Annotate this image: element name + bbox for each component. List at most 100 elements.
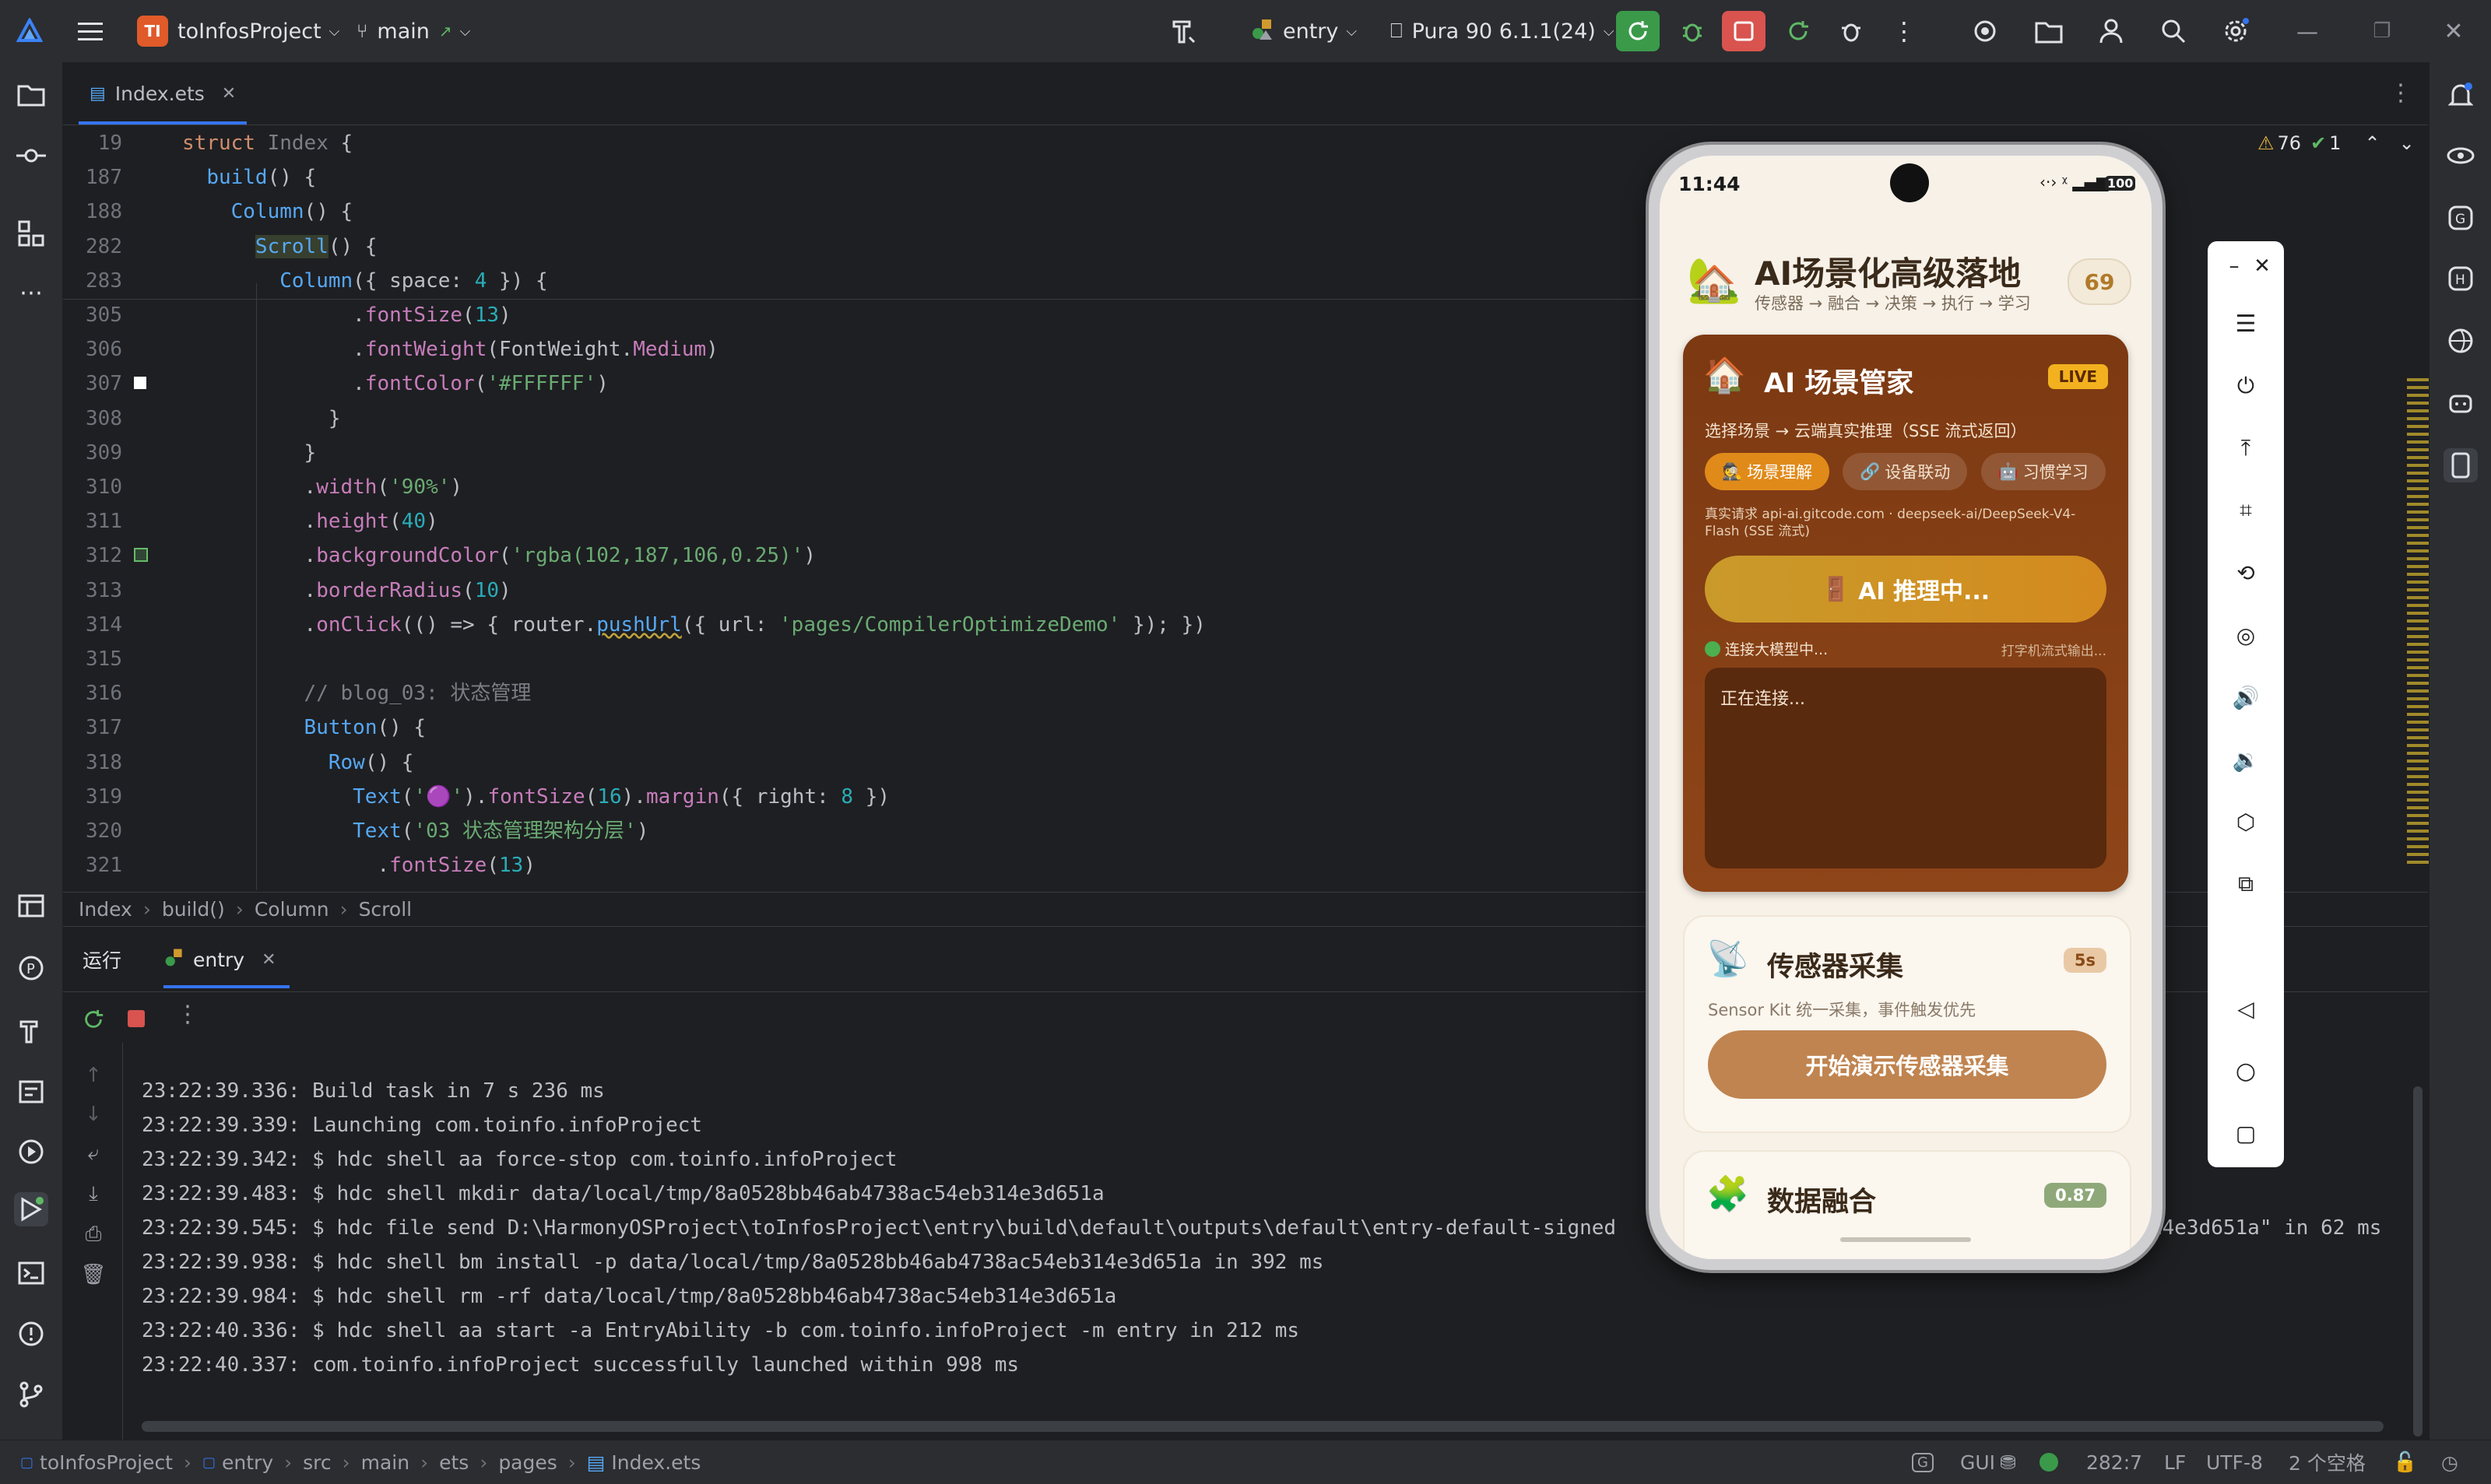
prev-highlight-icon[interactable]: ⌃ bbox=[2364, 132, 2380, 154]
settings-gear-icon[interactable] bbox=[2220, 16, 2251, 47]
code-line[interactable]: 313 .borderRadius(10) bbox=[63, 574, 1620, 608]
structure-icon[interactable] bbox=[14, 216, 48, 251]
branch-selector[interactable]: ⑂ main ↗ ⌵ bbox=[357, 0, 470, 62]
debug-icon[interactable] bbox=[1671, 11, 1714, 51]
restore-window-icon[interactable]: ❐ bbox=[2366, 16, 2398, 47]
project-folder-icon[interactable] bbox=[14, 78, 48, 112]
record-icon[interactable]: ◎ bbox=[2230, 619, 2261, 651]
code-line[interactable]: 187 build() { bbox=[63, 160, 1620, 195]
volume-up-icon[interactable]: 🔊 bbox=[2230, 682, 2261, 713]
path-item[interactable]: pages bbox=[498, 1451, 557, 1474]
main-menu-icon[interactable] bbox=[75, 16, 106, 47]
project-selector[interactable]: TI toInfosProject ⌵ bbox=[137, 0, 339, 62]
power-icon[interactable]: ⏻ bbox=[2230, 370, 2261, 402]
readonly-lock-icon[interactable]: 🔓 bbox=[2393, 1440, 2417, 1484]
file-encoding[interactable]: UTF-8 bbox=[2206, 1440, 2263, 1484]
emulator-close-icon[interactable]: ✕ bbox=[2247, 251, 2278, 282]
preview-eye-icon[interactable] bbox=[2444, 139, 2478, 173]
device-manager-icon[interactable] bbox=[2033, 16, 2064, 47]
code-line[interactable]: 282 Scroll() { bbox=[63, 230, 1620, 264]
home-nav-icon[interactable]: ○ bbox=[2230, 1055, 2261, 1086]
multi-device-icon[interactable]: ⧉ bbox=[2230, 868, 2261, 900]
back-nav-icon[interactable]: ◁ bbox=[2230, 993, 2261, 1024]
code-line[interactable]: 188 Column() { bbox=[63, 195, 1620, 229]
attach-debugger-icon[interactable] bbox=[1829, 11, 1873, 51]
rerun-button[interactable] bbox=[1616, 11, 1660, 51]
crop-icon[interactable]: ⌗ bbox=[2230, 495, 2261, 526]
harmony-icon[interactable]: H bbox=[2444, 261, 2478, 296]
path-item[interactable]: entry bbox=[222, 1451, 273, 1474]
path-item[interactable]: src bbox=[303, 1451, 332, 1474]
git-icon[interactable] bbox=[14, 1377, 48, 1412]
scroll-down-icon[interactable]: ↓ bbox=[78, 1099, 109, 1130]
codegenie-status-icon[interactable]: G bbox=[1912, 1440, 1934, 1484]
indent-setting[interactable]: 2 个空格 bbox=[2289, 1440, 2366, 1484]
code-line[interactable]: 312 .backgroundColor('rgba(102,187,106,0… bbox=[63, 539, 1620, 573]
ai-assistant-icon[interactable] bbox=[2444, 386, 2478, 420]
tab-options-icon[interactable]: ⋮ bbox=[2389, 79, 2412, 107]
terminal-icon[interactable] bbox=[14, 1256, 48, 1290]
services-icon[interactable] bbox=[14, 1135, 48, 1169]
close-tab-icon[interactable]: ✕ bbox=[222, 84, 236, 103]
print-icon[interactable]: ⎙ bbox=[78, 1219, 109, 1250]
run-more-icon[interactable]: ⋮ bbox=[176, 1001, 199, 1028]
stop-icon[interactable] bbox=[123, 1005, 149, 1032]
log-icon[interactable] bbox=[14, 1074, 48, 1108]
phone-screen[interactable]: 11:44 ‹·› ᵡ ▂▄▆ 100 🏡 AI场景化高级落地 传感器 → 融合… bbox=[1660, 156, 2152, 1259]
code-line[interactable]: 307 .fontColor('#FFFFFF') bbox=[63, 367, 1620, 401]
pin-top-icon[interactable]: ⤒ bbox=[2230, 433, 2261, 464]
close-window-icon[interactable]: ✕ bbox=[2438, 16, 2469, 47]
line-separator[interactable]: LF bbox=[2164, 1440, 2186, 1484]
commit-icon[interactable] bbox=[14, 139, 48, 173]
code-line[interactable]: 315 bbox=[63, 642, 1620, 676]
error-stripe[interactable] bbox=[2407, 374, 2429, 864]
breadcrumb-item[interactable]: Scroll bbox=[359, 898, 413, 921]
soft-wrap-icon[interactable]: ⤶ bbox=[78, 1138, 109, 1169]
clear-log-icon[interactable]: 🗑 bbox=[78, 1259, 109, 1290]
color-swatch-white[interactable] bbox=[134, 377, 146, 389]
code-line[interactable]: 316 // blog_03: 状态管理 bbox=[63, 676, 1620, 710]
device-selector[interactable]: ⎕ Pura 90 6.1.1(24) ⌵ bbox=[1390, 0, 1614, 62]
run-panel-icon[interactable] bbox=[14, 1192, 48, 1226]
code-line[interactable]: 308 } bbox=[63, 402, 1620, 436]
close-tab-icon[interactable]: ✕ bbox=[262, 950, 276, 970]
path-item[interactable]: Index.ets bbox=[611, 1451, 701, 1474]
notifications-icon[interactable] bbox=[2444, 78, 2478, 112]
code-line[interactable]: 320 Text('03 状态管理架构分层') bbox=[63, 814, 1620, 848]
code-line[interactable]: 19 struct Index { bbox=[63, 126, 1620, 160]
table-icon[interactable] bbox=[14, 889, 48, 923]
home-indicator[interactable] bbox=[1840, 1237, 1971, 1242]
code-line[interactable]: 311 .height(40) bbox=[63, 504, 1620, 539]
next-highlight-icon[interactable]: ⌄ bbox=[2399, 132, 2415, 154]
more-actions-icon[interactable]: ⋮ bbox=[1882, 11, 1926, 51]
breadcrumb-item[interactable]: Index bbox=[79, 898, 132, 921]
code-line[interactable]: 314 .onClick(() => { router.pushUrl({ ur… bbox=[63, 608, 1620, 642]
stop-button[interactable] bbox=[1722, 11, 1765, 51]
path-item[interactable]: ets bbox=[439, 1451, 469, 1474]
cursor-position[interactable]: 282:7 bbox=[2086, 1440, 2142, 1484]
code-line[interactable]: 306 .fontWeight(FontWeight.Medium) bbox=[63, 332, 1620, 367]
code-line[interactable]: 321 .fontSize(13) bbox=[63, 848, 1620, 882]
eraser-icon[interactable]: ⬡ bbox=[2230, 806, 2261, 837]
start-sensor-demo-button[interactable]: 开始演示传感器采集 bbox=[1708, 1030, 2106, 1099]
ai-inference-button[interactable]: 🚪 AI 推理中... bbox=[1705, 556, 2106, 623]
phone-emulator[interactable]: 11:44 ‹·› ᵡ ▂▄▆ 100 🏡 AI场景化高级落地 传感器 → 融合… bbox=[1649, 145, 2162, 1270]
volume-down-icon[interactable]: 🔉 bbox=[2230, 744, 2261, 775]
code-line[interactable]: 318 Row() { bbox=[63, 746, 1620, 780]
run-config-selector[interactable]: entry ⌵ bbox=[1250, 0, 1357, 62]
build-icon[interactable] bbox=[14, 1013, 48, 1047]
scroll-to-end-icon[interactable]: ⤓ bbox=[78, 1178, 109, 1209]
rotate-icon[interactable]: ⟲ bbox=[2230, 557, 2261, 588]
code-line[interactable]: 309 } bbox=[63, 436, 1620, 470]
chip-habit-learning[interactable]: 🤖 习惯学习 bbox=[1980, 453, 2106, 490]
run-tab-entry[interactable]: entry ✕ bbox=[163, 931, 276, 988]
emulator-minimize-icon[interactable]: – bbox=[2219, 251, 2250, 282]
device-preview-icon[interactable] bbox=[2444, 448, 2478, 482]
code-line[interactable]: 283 Column({ space: 4 }) { bbox=[63, 264, 1620, 298]
path-item[interactable]: main bbox=[361, 1451, 409, 1474]
vertical-scrollbar[interactable] bbox=[2413, 1086, 2422, 1437]
emulator-menu-icon[interactable]: ☰ bbox=[2230, 308, 2261, 339]
more-tools-icon[interactable]: ⋯ bbox=[14, 275, 48, 310]
target-icon[interactable] bbox=[1969, 16, 2001, 47]
inspection-widget[interactable]: ⚠ 76 ✔ 1 ⌃ ⌄ bbox=[2257, 132, 2415, 154]
